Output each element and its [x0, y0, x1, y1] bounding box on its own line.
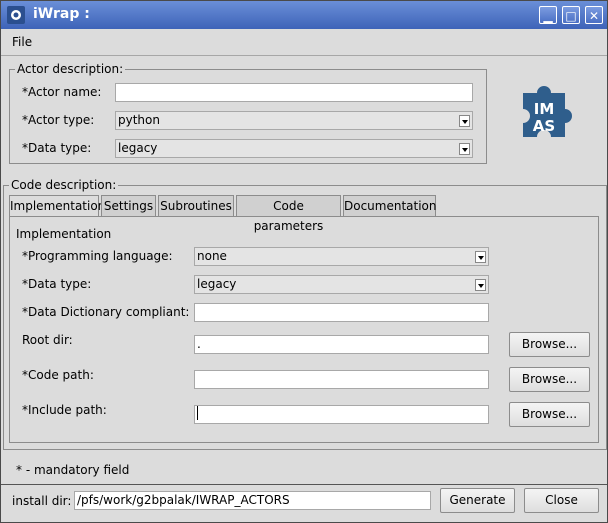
code-description-title: Code description: [9, 178, 119, 192]
main-window: iWrap : ▁ □ ✕ File Actor description: *A… [0, 0, 608, 523]
actor-datatype-value: legacy [118, 141, 158, 155]
chevron-down-icon [475, 279, 486, 291]
close-button[interactable]: Close [524, 488, 599, 513]
actor-type-label: *Actor type: [22, 113, 95, 127]
code-path-browse-button[interactable]: Browse... [509, 367, 590, 392]
chevron-down-icon [459, 115, 470, 127]
install-dir-input[interactable]: /pfs/work/g2bpalak/IWRAP_ACTORS [74, 491, 431, 510]
tab-documentation[interactable]: Documentation [343, 195, 437, 216]
window-title: iWrap : [33, 6, 90, 22]
chevron-down-icon [459, 143, 470, 155]
actor-type-value: python [118, 113, 160, 127]
code-datatype-value: legacy [197, 277, 237, 291]
logo-text-bottom: AS [533, 117, 555, 135]
app-icon [7, 6, 25, 24]
actor-name-input[interactable] [115, 83, 473, 102]
root-dir-browse-button[interactable]: Browse... [509, 332, 590, 357]
footer-divider [1, 484, 607, 485]
actor-description-title: Actor description: [15, 62, 126, 76]
tab-implementation[interactable]: Implementation [9, 195, 105, 217]
dd-compliant-label: *Data Dictionary compliant: [22, 305, 190, 319]
programming-language-label: *Programming language: [22, 249, 173, 263]
programming-language-select[interactable]: none [194, 247, 489, 266]
code-datatype-select[interactable]: legacy [194, 275, 489, 294]
title-bar[interactable]: iWrap : ▁ □ ✕ [1, 1, 607, 29]
text-cursor [197, 406, 198, 420]
close-window-button[interactable]: ✕ [585, 6, 603, 24]
actor-name-label: *Actor name: [22, 85, 102, 99]
tab-subroutines[interactable]: Subroutines [158, 195, 234, 216]
mandatory-note: * - mandatory field [16, 463, 130, 477]
root-dir-input[interactable]: . [194, 335, 489, 354]
code-path-input[interactable] [194, 370, 489, 389]
tab-code-parameters[interactable]: Code parameters [236, 195, 341, 233]
implementation-panel-title: Implementation [16, 227, 112, 241]
maximize-button[interactable]: □ [562, 6, 580, 24]
logo-text-top: IM [534, 100, 555, 118]
code-datatype-label: *Data type: [22, 277, 92, 291]
install-dir-label: install dir: [12, 494, 72, 508]
include-path-browse-button[interactable]: Browse... [509, 402, 590, 427]
menu-file[interactable]: File [12, 35, 32, 49]
dd-compliant-input[interactable] [194, 303, 489, 322]
actor-datatype-label: *Data type: [22, 141, 92, 155]
tab-settings[interactable]: Settings [101, 195, 156, 216]
menu-bar: File [1, 29, 607, 56]
code-path-label: *Code path: [22, 368, 94, 382]
imas-logo: IM AS [523, 86, 572, 137]
include-path-label: *Include path: [22, 403, 107, 417]
include-path-input[interactable] [194, 405, 489, 424]
actor-type-select[interactable]: python [115, 111, 473, 130]
chevron-down-icon [475, 251, 486, 263]
minimize-button[interactable]: ▁ [539, 6, 557, 24]
programming-language-value: none [197, 249, 227, 263]
actor-datatype-select[interactable]: legacy [115, 139, 473, 158]
generate-button[interactable]: Generate [440, 488, 515, 513]
root-dir-label: Root dir: [22, 333, 73, 347]
